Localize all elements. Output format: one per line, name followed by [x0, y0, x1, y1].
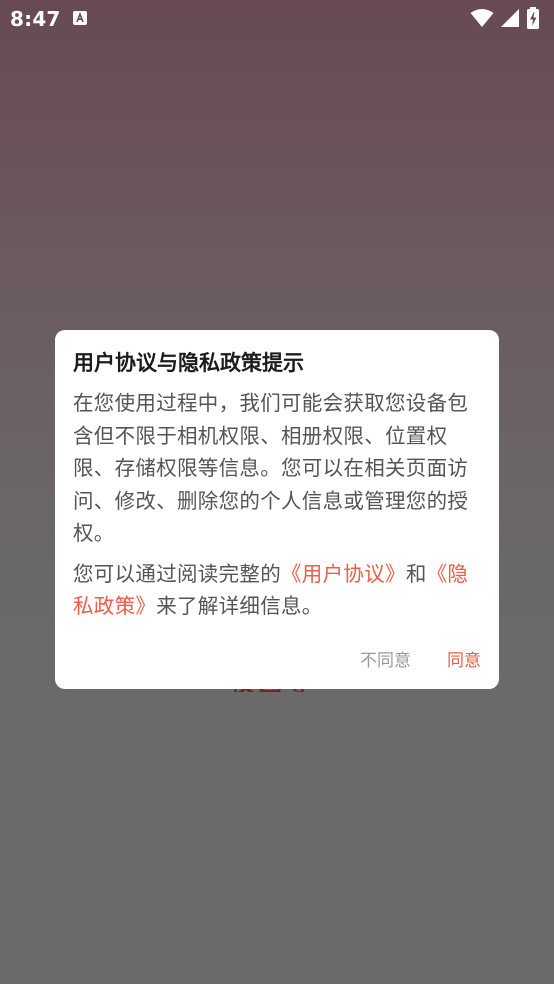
status-time: 8:47 — [10, 7, 61, 31]
dialog-body: 在您使用过程中，我们可能会获取您设备包含但不限于相机权限、相册权限、位置权限、存… — [73, 387, 481, 623]
links-suffix-text: 来了解详细信息。 — [156, 594, 323, 618]
status-bar: 8:47 — [0, 0, 554, 38]
signal-icon — [500, 8, 520, 28]
decline-button[interactable]: 不同意 — [360, 649, 411, 673]
dialog-paragraph-links: 您可以通过阅读完整的《用户协议》和《隐私政策》来了解详细信息。 — [73, 558, 481, 623]
dialog-actions: 不同意 同意 — [360, 649, 481, 673]
links-prefix-text: 您可以通过阅读完整的 — [73, 561, 281, 586]
font-a-icon — [72, 10, 88, 26]
privacy-dialog: 用户协议与隐私政策提示 在您使用过程中，我们可能会获取您设备包含但不限于相机权限… — [55, 330, 499, 689]
accept-button[interactable]: 同意 — [447, 649, 481, 673]
dialog-paragraph-permissions: 在您使用过程中，我们可能会获取您设备包含但不限于相机权限、相册权限、位置权限、存… — [73, 391, 469, 545]
dialog-title: 用户协议与隐私政策提示 — [73, 351, 304, 375]
wifi-icon — [470, 8, 494, 28]
battery-charging-icon — [526, 7, 540, 29]
user-agreement-link[interactable]: 《用户协议》 — [281, 562, 406, 586]
and-text: 和 — [405, 561, 427, 586]
status-icons — [470, 7, 540, 29]
